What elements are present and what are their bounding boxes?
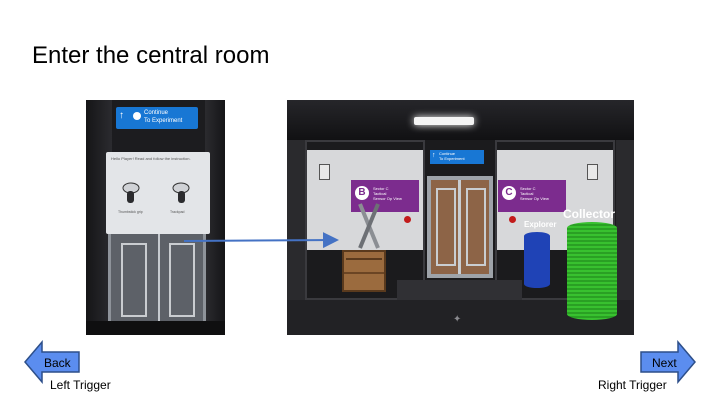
connector-arrow [183, 232, 339, 249]
back-label: Back [44, 356, 71, 370]
next-label: Next [652, 356, 677, 370]
next-hint: Right Trigger [598, 378, 667, 392]
back-hint: Left Trigger [50, 378, 111, 392]
